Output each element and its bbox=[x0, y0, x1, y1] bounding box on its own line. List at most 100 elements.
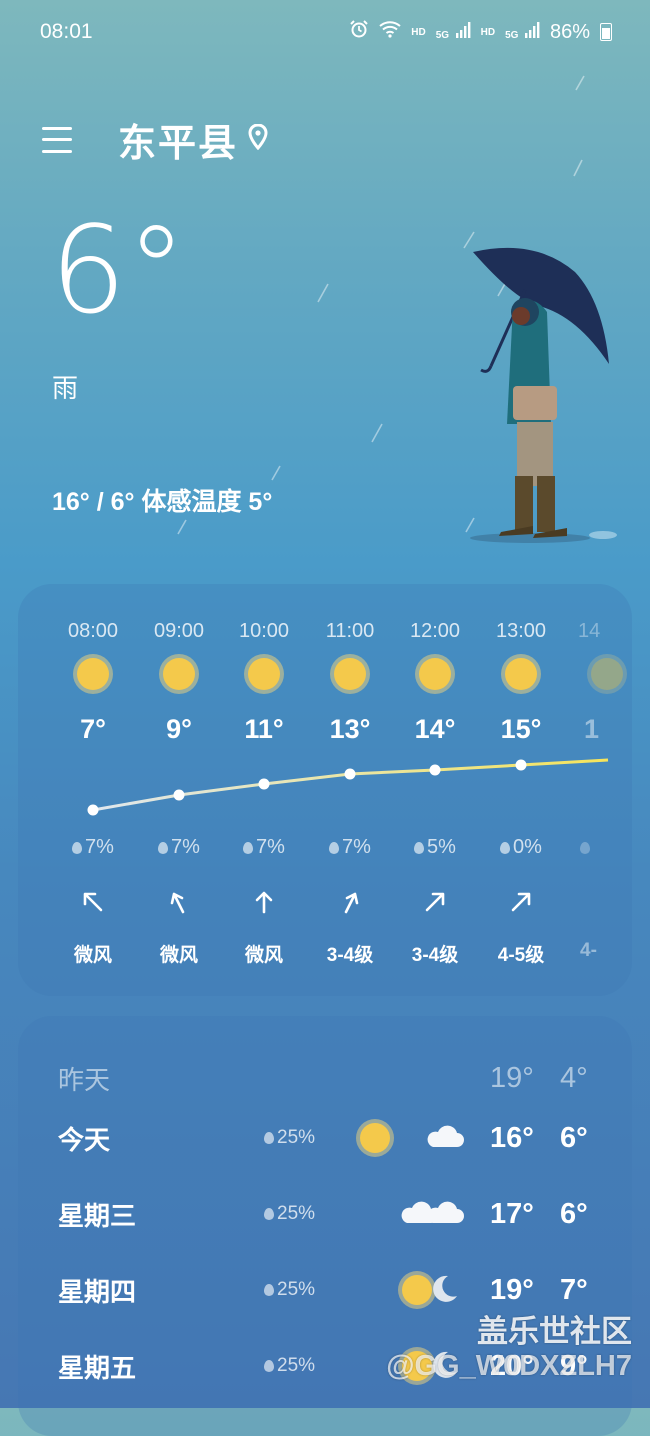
hour-rain-chance: 5% bbox=[392, 836, 478, 859]
day-name: 星期四 bbox=[58, 1276, 137, 1307]
day-name: 星期三 bbox=[58, 1200, 137, 1231]
hour-rain-chance: 7% bbox=[136, 836, 222, 859]
hour-rain-chance: 7% bbox=[50, 836, 136, 859]
daily-row-yesterday: 昨天 19° 4° bbox=[58, 1056, 592, 1100]
day-low: 6° bbox=[560, 1121, 588, 1154]
day-low: 7° bbox=[560, 1273, 588, 1306]
menu-icon[interactable] bbox=[42, 126, 72, 153]
location-pin-icon bbox=[248, 123, 268, 155]
raindrop-icon bbox=[500, 842, 511, 854]
hour-temp: 14° bbox=[414, 714, 456, 744]
signal-icon-2: 5G bbox=[505, 21, 540, 44]
hour-temp: 11° bbox=[244, 714, 284, 744]
hour-temp: 1 bbox=[584, 714, 600, 744]
location-header: 东平县 bbox=[42, 112, 268, 167]
hour-wind: 微风 bbox=[73, 945, 112, 966]
umbrella-person-illustration bbox=[470, 247, 617, 543]
hour-rain-chance: 0% bbox=[478, 836, 564, 859]
wind-arrow-northeast-icon bbox=[336, 888, 364, 921]
sun-icon bbox=[248, 658, 280, 690]
hour-wind: 4-5级 bbox=[497, 945, 545, 966]
sun-icon bbox=[163, 658, 195, 690]
raindrop-icon bbox=[158, 842, 169, 854]
raindrop-icon bbox=[264, 1208, 274, 1220]
day-rain-chance: 25% bbox=[264, 1279, 315, 1301]
hour-rain-chance: 7% bbox=[307, 836, 393, 859]
hour-rain-chance bbox=[564, 836, 632, 859]
cloud-icon bbox=[424, 1123, 464, 1154]
raindrop-icon bbox=[243, 842, 254, 854]
hour-time: 11:00 bbox=[325, 620, 375, 642]
hour-wind: 微风 bbox=[244, 945, 283, 966]
hour-temp: 15° bbox=[500, 714, 542, 744]
raindrop-icon bbox=[264, 1284, 274, 1296]
day-high: 19° bbox=[490, 1061, 534, 1094]
battery-level: 86% bbox=[549, 20, 590, 43]
current-condition: 雨 bbox=[52, 373, 79, 403]
day-name: 星期五 bbox=[58, 1352, 137, 1383]
day-low: 4° bbox=[560, 1061, 588, 1094]
temperature-trend-line bbox=[87, 758, 609, 816]
alarm-icon bbox=[349, 19, 369, 45]
current-temperature: 6° bbox=[50, 202, 187, 341]
sun-icon bbox=[77, 658, 109, 690]
sun-icon bbox=[505, 658, 537, 690]
day-low: 6° bbox=[560, 1197, 588, 1230]
wind-arrow-north-icon bbox=[250, 888, 278, 921]
day-name: 今天 bbox=[58, 1124, 111, 1155]
wifi-icon bbox=[379, 20, 401, 44]
raindrop-icon bbox=[329, 842, 340, 854]
hour-wind: 3-4级 bbox=[411, 945, 459, 966]
watermark-brand: 盖乐世社区 bbox=[477, 1314, 632, 1349]
battery-icon bbox=[600, 23, 612, 41]
raindrop-icon bbox=[264, 1132, 274, 1144]
day-high: 17° bbox=[490, 1197, 534, 1230]
day-rain-chance: 25% bbox=[264, 1127, 315, 1149]
day-high: 19° bbox=[490, 1273, 534, 1306]
cloud-icon bbox=[424, 1199, 464, 1230]
status-bar: 08:01 HD 5G HD 5G 86% bbox=[40, 18, 612, 46]
watermark-user: @GG_W0DXZLH7 bbox=[386, 1350, 632, 1382]
raindrop-icon bbox=[72, 842, 83, 854]
wind-arrow-northwest-icon bbox=[79, 888, 107, 921]
raindrop-icon bbox=[264, 1360, 274, 1372]
hour-time: 12:00 bbox=[409, 620, 461, 642]
city-name[interactable]: 东平县 bbox=[118, 112, 238, 167]
wind-arrow-northeast-icon bbox=[421, 888, 449, 921]
moon-icon bbox=[428, 1272, 460, 1309]
hour-time: 14 bbox=[578, 620, 601, 642]
status-time: 08:01 bbox=[40, 20, 93, 43]
hour-time: 08:00 bbox=[67, 620, 119, 642]
wind-arrow-north-icon bbox=[165, 888, 193, 921]
sun-icon bbox=[334, 658, 366, 690]
hd-label-2: HD bbox=[480, 26, 496, 38]
sun-icon bbox=[419, 658, 451, 690]
hd-label: HD bbox=[411, 26, 426, 38]
daily-row[interactable]: 星期三 25% 17° 6° bbox=[58, 1192, 592, 1236]
hour-rain-chance: 7% bbox=[221, 836, 307, 859]
trend-point bbox=[429, 764, 441, 776]
signal-icon: 5G bbox=[436, 21, 471, 44]
daily-row[interactable]: 今天 25% 16° 6° bbox=[58, 1116, 592, 1160]
hour-temp: 9° bbox=[166, 714, 192, 744]
hour-time: 13:00 bbox=[495, 620, 547, 642]
status-icons: HD 5G HD 5G 86% bbox=[349, 19, 612, 45]
trend-point bbox=[344, 768, 356, 780]
day-rain-chance: 25% bbox=[264, 1355, 315, 1377]
hour-wind: 4- bbox=[580, 940, 597, 961]
hour-temp: 7° bbox=[80, 714, 106, 744]
hour-wind: 微风 bbox=[159, 945, 198, 966]
hour-time: 10:00 bbox=[238, 620, 290, 642]
trend-point bbox=[258, 778, 270, 790]
hour-time: 09:00 bbox=[153, 620, 205, 642]
sun-icon bbox=[360, 1123, 390, 1153]
sun-icon bbox=[591, 658, 623, 690]
hour-temp: 13° bbox=[329, 714, 371, 744]
day-name: 昨天 bbox=[58, 1064, 111, 1095]
hourly-forecast-card[interactable]: 08:00 7° 7% 微风 09:00 9° 7% 微风 10:00 11° … bbox=[18, 584, 632, 996]
raindrop-icon bbox=[580, 842, 590, 854]
wind-arrow-northeast-icon bbox=[507, 888, 535, 921]
trend-point bbox=[515, 759, 527, 771]
trend-point bbox=[173, 789, 185, 801]
hour-wind: 3-4级 bbox=[326, 945, 374, 966]
